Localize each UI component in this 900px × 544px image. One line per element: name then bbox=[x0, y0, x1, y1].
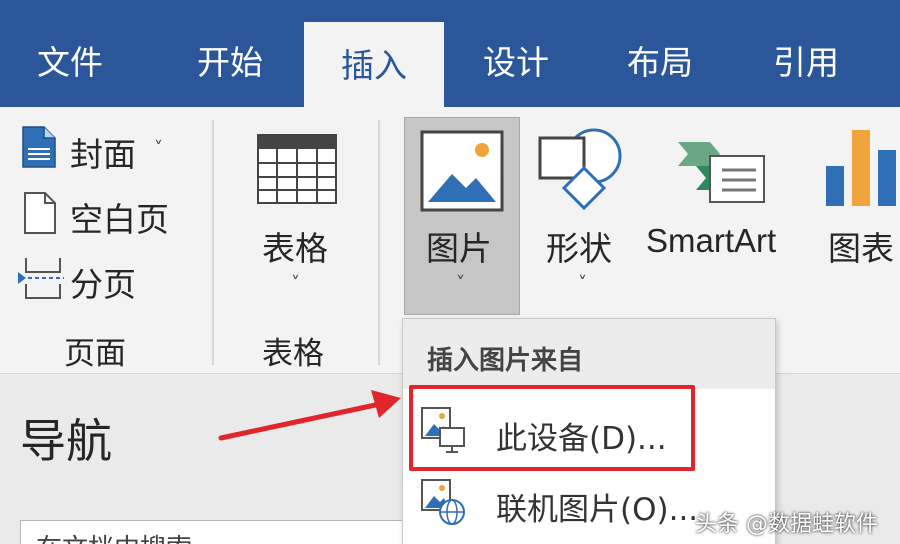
online-pictures-label: 联机图片(O)... bbox=[496, 492, 699, 528]
tab-home[interactable]: 开始 bbox=[160, 0, 300, 107]
tab-references[interactable]: 引用 bbox=[736, 0, 876, 107]
cover-page-icon bbox=[22, 126, 56, 168]
tab-layout[interactable]: 布局 bbox=[590, 0, 730, 107]
dropdown-header-label: 插入图片来自 bbox=[427, 346, 584, 376]
highlight-box bbox=[409, 385, 695, 471]
tab-file[interactable]: 文件 bbox=[0, 0, 140, 107]
navigation-title: 导航 bbox=[20, 414, 112, 468]
shapes-icon bbox=[538, 128, 622, 211]
blank-page-icon bbox=[24, 192, 56, 234]
chart-label: 图表 bbox=[828, 229, 894, 268]
shapes-label: 形状 bbox=[546, 229, 612, 268]
table-icon bbox=[257, 134, 337, 204]
watermark-text: 头条 @数据蛙软件 bbox=[695, 512, 878, 537]
chart-icon bbox=[826, 130, 896, 206]
cover-label: 封面 bbox=[70, 135, 136, 174]
chevron-down-icon: ˅ bbox=[578, 273, 587, 294]
ribbon-divider bbox=[212, 120, 214, 365]
page-break-icon bbox=[18, 258, 64, 299]
chevron-down-icon: ˅ bbox=[291, 273, 300, 294]
pages-group-label: 页面 bbox=[64, 336, 126, 372]
picture-icon bbox=[420, 130, 504, 212]
blank-page-label: 空白页 bbox=[70, 200, 169, 239]
search-placeholder: 在文档中搜索 bbox=[36, 528, 192, 544]
table-label: 表格 bbox=[262, 229, 328, 268]
page-break-label: 分页 bbox=[70, 265, 136, 304]
tab-insert[interactable]: 插入 bbox=[304, 22, 444, 112]
chevron-down-icon: ˅ bbox=[154, 138, 163, 159]
tab-design[interactable]: 设计 bbox=[446, 0, 586, 107]
tables-group-label: 表格 bbox=[262, 336, 324, 372]
chevron-down-icon: ˅ bbox=[456, 273, 465, 294]
online-picture-icon bbox=[421, 479, 465, 525]
ribbon-divider bbox=[378, 120, 380, 365]
annotation-arrow bbox=[218, 390, 401, 441]
pictures-label: 图片 bbox=[426, 229, 492, 268]
smartart-icon bbox=[678, 142, 765, 203]
smartart-label: SmartArt bbox=[646, 222, 777, 259]
